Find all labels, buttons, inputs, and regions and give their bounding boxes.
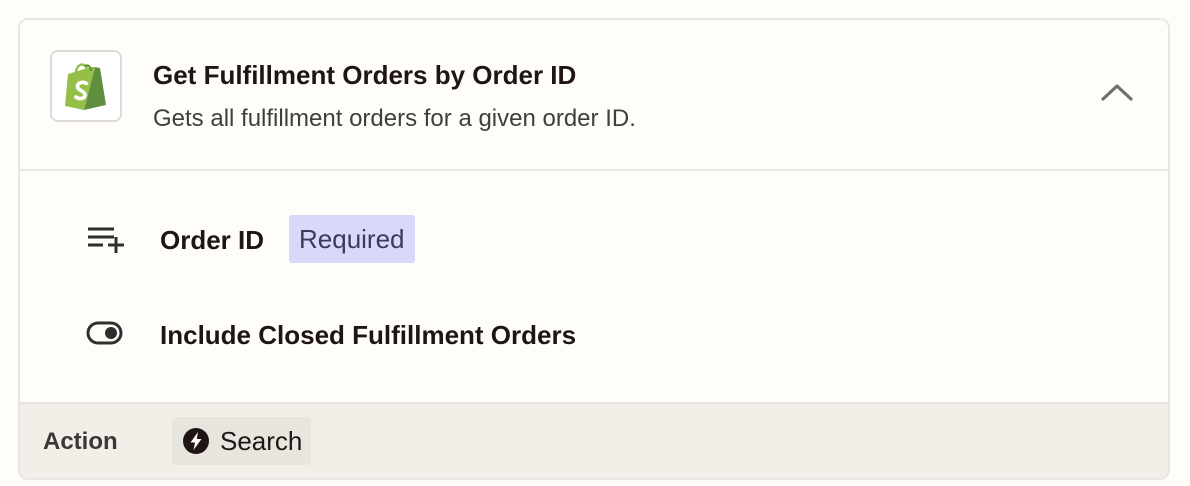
field-order-id[interactable]: Order ID Required [20,215,1168,265]
collapse-button[interactable] [1096,74,1138,110]
step-description: Gets all fulfillment orders for a given … [153,105,636,132]
action-chip-label: Search [220,425,303,456]
playlist-add-icon [88,227,124,253]
shopify-bag-icon [65,63,106,110]
field-label-include-closed: Include Closed Fulfillment Orders [160,320,577,350]
step-footer: Action Search [20,402,1168,478]
required-badge: Required [289,215,415,263]
field-include-closed[interactable]: Include Closed Fulfillment Orders [20,310,1168,360]
shopify-app-icon [50,50,122,122]
toggle-icon [86,321,123,345]
lightning-bolt-icon [183,428,209,454]
footer-label: Action [43,428,118,455]
step-header[interactable]: Get Fulfillment Orders by Order ID Gets … [20,20,1168,171]
step-card: Get Fulfillment Orders by Order ID Gets … [18,18,1170,480]
step-title: Get Fulfillment Orders by Order ID [153,60,577,90]
action-type-chip: Search [172,417,312,465]
field-label-order-id: Order ID [160,225,265,255]
chevron-up-icon [1101,84,1133,101]
